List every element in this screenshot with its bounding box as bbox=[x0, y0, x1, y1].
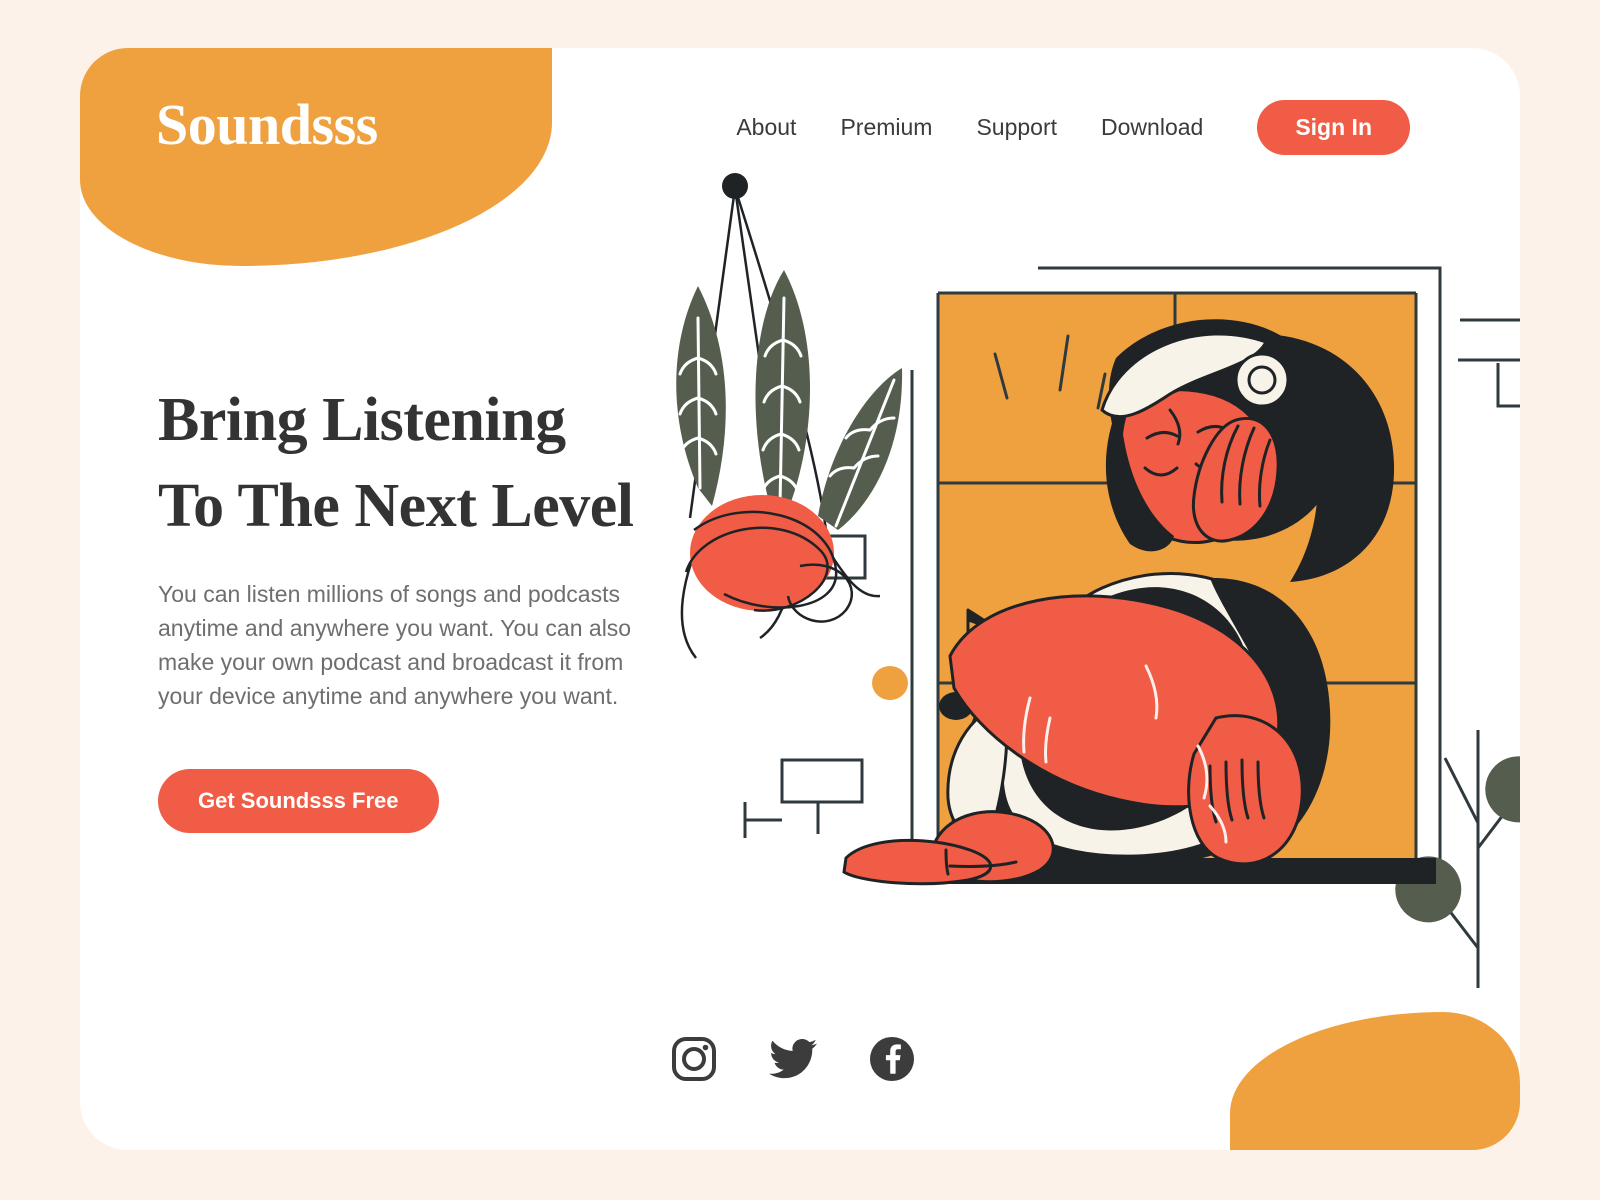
twitter-icon[interactable] bbox=[768, 1035, 818, 1088]
instagram-icon[interactable] bbox=[670, 1035, 718, 1088]
nav-item-premium[interactable]: Premium bbox=[840, 114, 932, 141]
page-title: Bring Listening To The Next Level bbox=[158, 378, 698, 549]
facebook-icon[interactable] bbox=[868, 1035, 916, 1088]
nav-item-support[interactable]: Support bbox=[976, 114, 1057, 141]
nav-item-download[interactable]: Download bbox=[1101, 114, 1203, 141]
orange-blob-bottom-right bbox=[1230, 1012, 1520, 1150]
nav-item-about[interactable]: About bbox=[736, 114, 796, 141]
social-links bbox=[670, 1035, 916, 1088]
get-free-button[interactable]: Get Soundsss Free bbox=[158, 769, 439, 834]
hero-content: Bring Listening To The Next Level You ca… bbox=[158, 378, 698, 834]
main-navigation: About Premium Support Download Sign In bbox=[736, 100, 1410, 155]
decor-rect-left-bottom bbox=[743, 758, 864, 838]
landing-page: Soundsss About Premium Support Download … bbox=[0, 0, 1600, 1200]
headline-line-1: Bring Listening bbox=[158, 386, 566, 454]
decor-step-lines-right bbox=[1458, 318, 1520, 408]
site-header: Soundsss About Premium Support Download … bbox=[80, 48, 1520, 208]
brand-logo[interactable]: Soundsss bbox=[156, 96, 378, 154]
hero-paragraph: You can listen millions of songs and pod… bbox=[158, 581, 632, 710]
headline-line-2: To The Next Level bbox=[158, 471, 634, 540]
hero-card: Soundsss About Premium Support Download … bbox=[80, 48, 1520, 1150]
hero-illustration bbox=[650, 158, 1520, 988]
plant-leaves bbox=[676, 270, 903, 530]
sign-in-button[interactable]: Sign In bbox=[1257, 100, 1410, 155]
decor-orange-dot bbox=[872, 666, 908, 700]
